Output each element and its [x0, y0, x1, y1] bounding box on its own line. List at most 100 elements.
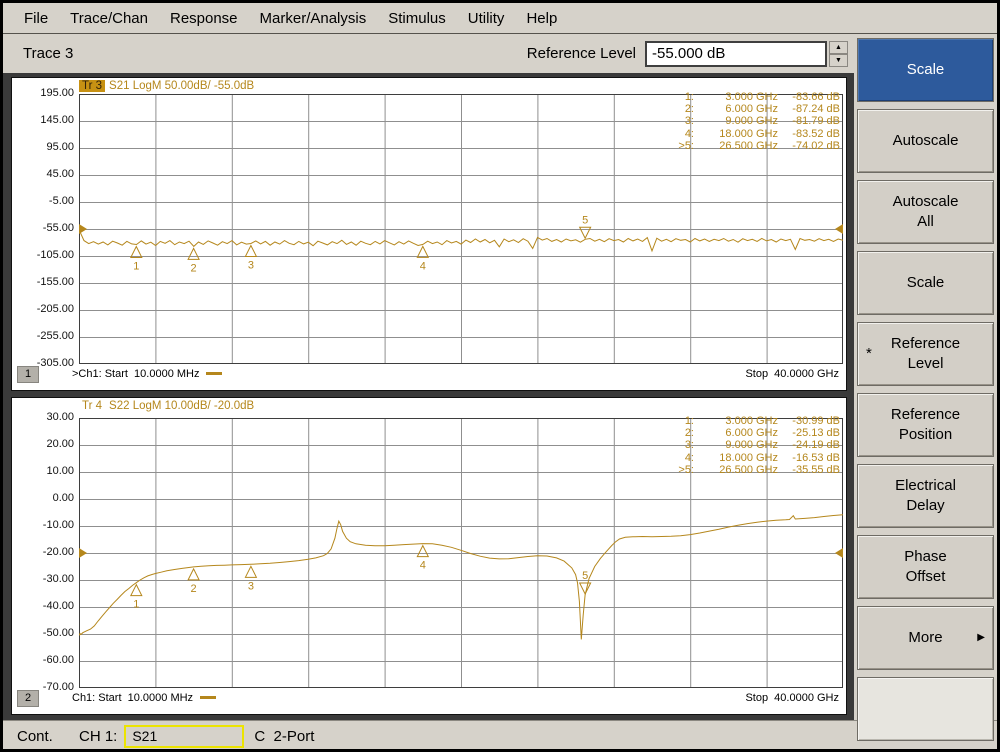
- marker-5-symbol[interactable]: 5: [580, 214, 591, 238]
- marker-frequency: 3.000 GHz: [694, 415, 778, 427]
- softkey-reference-level[interactable]: ReferenceLevel*: [857, 322, 994, 386]
- spinner-up-button[interactable]: ▲: [829, 41, 848, 54]
- svg-text:5: 5: [582, 570, 588, 582]
- marker-value: -74.02 dB: [778, 140, 840, 152]
- marker-number: 2:: [668, 103, 694, 115]
- marker-value: -24.19 dB: [778, 439, 840, 451]
- submenu-arrow-icon: ▶: [977, 628, 985, 648]
- channel-label: CH 1:: [79, 728, 117, 745]
- menu-item-trace-chan[interactable]: Trace/Chan: [59, 5, 159, 32]
- menu-item-utility[interactable]: Utility: [457, 5, 516, 32]
- trace-tag[interactable]: Tr 4: [79, 400, 105, 412]
- marker-number: 2:: [668, 427, 694, 439]
- y-axis-tick-label: 45.00: [14, 168, 74, 181]
- softkey-reference-position[interactable]: ReferencePosition: [857, 393, 994, 457]
- marker-readout-row: 2:6.000 GHz-87.24 dB: [668, 103, 840, 115]
- softkey-label-line: Autoscale: [893, 192, 959, 212]
- y-axis-tick-label: 145.00: [14, 114, 74, 127]
- softkey-blank: [857, 677, 994, 741]
- marker-readout-row: >5:26.500 GHz-35.55 dB: [668, 464, 840, 476]
- menu-bar: FileTrace/ChanResponseMarker/AnalysisSti…: [3, 3, 997, 34]
- active-trace-label: Trace 3: [23, 45, 73, 62]
- trace-header: Tr 3 S21 LogM 50.00dB/ -55.0dB: [79, 80, 254, 92]
- svg-text:3: 3: [248, 580, 254, 592]
- trace-measurement-label: S21 LogM 50.00dB/ -55.0dB: [109, 80, 254, 92]
- stimulus-start-label: >Ch1: Start 10.0000 MHz: [72, 368, 222, 380]
- marker-frequency: 18.000 GHz: [694, 452, 778, 464]
- sweep-mode-status: Cont.: [17, 728, 79, 745]
- y-axis-tick-label: -20.00: [14, 546, 74, 559]
- marker-number: 1:: [668, 91, 694, 103]
- svg-text:1: 1: [133, 599, 139, 611]
- softkey-label-line: All: [917, 212, 934, 232]
- marker-number: 1:: [668, 415, 694, 427]
- softkey-label-line: Level: [908, 354, 944, 374]
- softkey-label-line: Offset: [906, 567, 946, 587]
- marker-3-symbol[interactable]: 3: [245, 245, 256, 271]
- marker-readout-row: 1:3.000 GHz-30.99 dB: [668, 415, 840, 427]
- marker-2-symbol[interactable]: 2: [188, 248, 199, 274]
- menu-item-file[interactable]: File: [13, 5, 59, 32]
- softkey-autoscale-all[interactable]: AutoscaleAll: [857, 180, 994, 244]
- toolbar: Trace 3 Reference Level ▲ ▼: [3, 34, 854, 73]
- active-function-asterisk: *: [866, 344, 872, 364]
- marker-5-symbol[interactable]: 5: [580, 570, 591, 594]
- softkey-autoscale[interactable]: Autoscale: [857, 109, 994, 173]
- marker-frequency: 26.500 GHz: [694, 140, 778, 152]
- marker-2-symbol[interactable]: 2: [188, 569, 199, 595]
- menu-item-stimulus[interactable]: Stimulus: [377, 5, 457, 32]
- softkey-sidebar: ScaleAutoscaleAutoscaleAllScaleReference…: [854, 34, 997, 720]
- stimulus-start-label: Ch1: Start 10.0000 MHz: [72, 692, 216, 704]
- marker-number: 4:: [668, 128, 694, 140]
- marker-number: >5:: [668, 464, 694, 476]
- softkey-scale[interactable]: Scale: [857, 251, 994, 315]
- menu-item-response[interactable]: Response: [159, 5, 249, 32]
- marker-value: -35.55 dB: [778, 464, 840, 476]
- marker-readout-row: >5:26.500 GHz-74.02 dB: [668, 140, 840, 152]
- reference-level-input[interactable]: [645, 41, 827, 67]
- y-axis-tick-label: -255.00: [14, 330, 74, 343]
- y-axis-tick-label: 10.00: [14, 465, 74, 478]
- y-axis-tick-label: -5.00: [14, 195, 74, 208]
- reference-level-arrow-icon: [835, 224, 843, 234]
- svg-text:5: 5: [582, 214, 588, 226]
- softkey-electrical-delay[interactable]: ElectricalDelay: [857, 464, 994, 528]
- marker-1-symbol[interactable]: 1: [131, 585, 142, 611]
- softkey-label-line: Autoscale: [893, 131, 959, 151]
- marker-4-symbol[interactable]: 4: [417, 246, 428, 272]
- marker-frequency: 9.000 GHz: [694, 115, 778, 127]
- marker-frequency: 6.000 GHz: [694, 103, 778, 115]
- marker-readout-row: 4:18.000 GHz-83.52 dB: [668, 128, 840, 140]
- marker-frequency: 3.000 GHz: [694, 91, 778, 103]
- y-axis-tick-label: -30.00: [14, 573, 74, 586]
- marker-1-symbol[interactable]: 1: [131, 246, 142, 272]
- svg-text:4: 4: [420, 260, 426, 272]
- marker-value: -83.66 dB: [778, 91, 840, 103]
- svg-text:2: 2: [191, 583, 197, 595]
- marker-3-symbol[interactable]: 3: [245, 566, 256, 592]
- svg-text:4: 4: [420, 560, 426, 572]
- softkey-scale-title[interactable]: Scale: [857, 38, 994, 102]
- reference-level-arrow-icon: [79, 224, 87, 234]
- softkey-label-line: Position: [899, 425, 952, 445]
- softkey-more[interactable]: More▶: [857, 606, 994, 670]
- menu-item-marker-analysis[interactable]: Marker/Analysis: [249, 5, 378, 32]
- charts-region: Tr 3S21 LogM 50.00dB/ -55.0dB195.00145.0…: [3, 73, 854, 720]
- y-axis-tick-label: -55.00: [14, 222, 74, 235]
- svg-text:3: 3: [248, 259, 254, 271]
- softkey-phase-offset[interactable]: PhaseOffset: [857, 535, 994, 599]
- softkey-label-line: Electrical: [895, 476, 956, 496]
- main-area: Trace 3 Reference Level ▲ ▼ Tr 3 S21 LogM…: [3, 34, 997, 720]
- stimulus-stop-label: Stop 40.0000 GHz: [745, 368, 839, 380]
- marker-number: >5:: [668, 140, 694, 152]
- marker-frequency: 6.000 GHz: [694, 427, 778, 439]
- spinner-down-button[interactable]: ▼: [829, 54, 848, 67]
- marker-4-symbol[interactable]: 4: [417, 546, 428, 572]
- menu-item-help[interactable]: Help: [515, 5, 568, 32]
- y-axis-tick-label: 0.00: [14, 492, 74, 505]
- reference-level-arrow-icon: [79, 548, 87, 558]
- trace-tag[interactable]: Tr 3: [79, 80, 105, 92]
- y-axis-tick-label: 20.00: [14, 438, 74, 451]
- y-axis-tick-label: -40.00: [14, 600, 74, 613]
- marker-value: -81.79 dB: [778, 115, 840, 127]
